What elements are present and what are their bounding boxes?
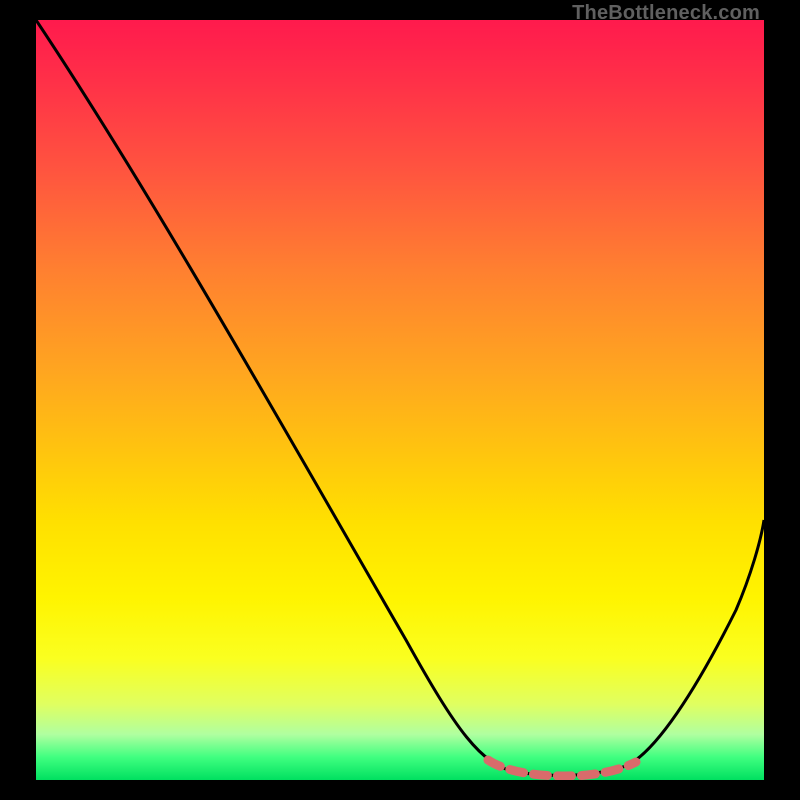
optimal-range-marker bbox=[488, 760, 636, 776]
bottleneck-curve bbox=[36, 20, 764, 775]
attribution-text: TheBottleneck.com bbox=[572, 2, 760, 25]
curve-layer bbox=[36, 20, 764, 780]
chart-frame: TheBottleneck.com bbox=[0, 0, 800, 800]
plot-area bbox=[36, 20, 764, 780]
